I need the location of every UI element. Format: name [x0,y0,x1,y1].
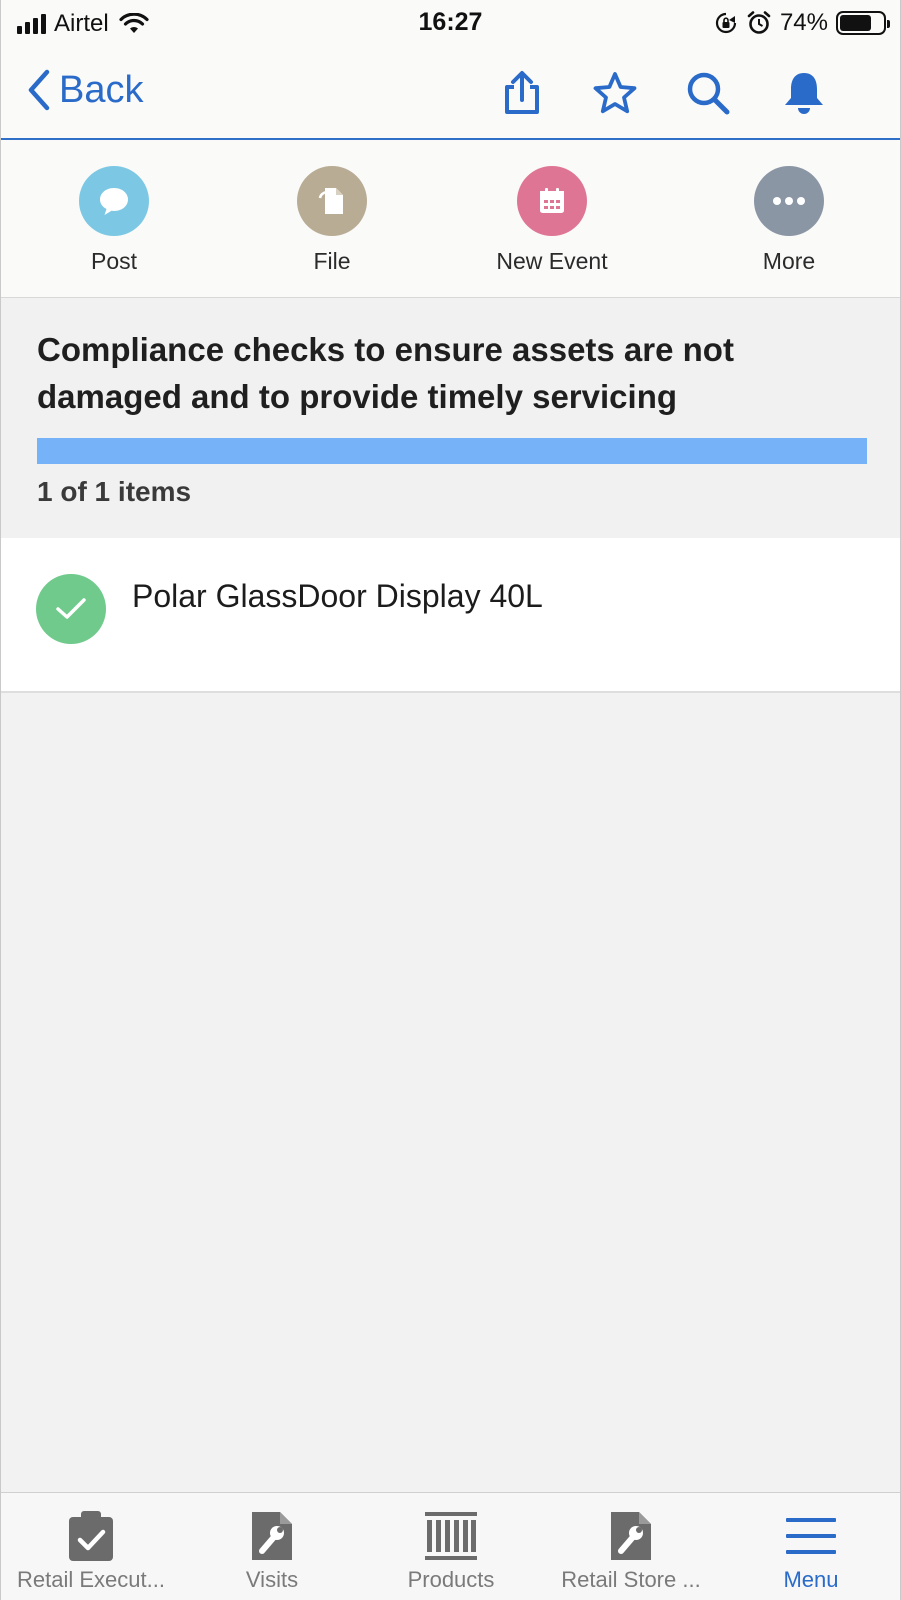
post-action[interactable]: Post [39,166,189,275]
progress-bar-fill [37,438,867,464]
tab-visits[interactable]: Visits [182,1493,362,1600]
new-event-action-circle [517,166,587,236]
battery-percent: 74% [779,9,828,36]
clipboard-check-icon [69,1511,113,1561]
bell-icon[interactable] [779,68,829,118]
list-item[interactable]: Polar GlassDoor Display 40L [1,538,900,691]
battery-icon [836,11,890,35]
file-action-label: File [313,248,351,274]
menu-icon [786,1518,836,1554]
app-frame: Airtel 16:27 74% Back Post File New Even… [0,0,901,1600]
checklist: Polar GlassDoor Display 40L [1,538,900,693]
alarm-icon [747,11,771,34]
barcode-icon [425,1512,477,1560]
tab-label: Retail Execut... [17,1567,165,1592]
more-action-label: More [762,248,816,274]
post-action-circle [79,166,149,236]
chat-bubble-icon [100,188,128,215]
tab-retail-store[interactable]: Retail Store ... [541,1493,721,1600]
file-icon [318,188,343,214]
status-right: 74% [714,9,890,37]
tab-products[interactable]: Products [361,1493,541,1600]
file-action[interactable]: File [257,166,407,275]
tab-bar: Retail Execut... Visits Products Retail … [1,1492,900,1600]
chevron-left-icon [28,69,50,111]
tab-menu[interactable]: Menu [721,1493,901,1600]
new-event-action[interactable]: New Event [477,166,627,275]
quick-actions: Post File New Event More [1,140,900,298]
wrench-doc-icon [252,1512,292,1560]
star-icon[interactable] [590,68,640,118]
tab-label: Visits [245,1567,299,1592]
post-action-label: Post [90,248,138,274]
progress-bar [37,438,867,464]
nav-bar: Back [1,46,900,140]
wrench-doc-icon [611,1512,651,1560]
tab-retail-execution[interactable]: Retail Execut... [1,1493,181,1600]
checklist-header: Compliance checks to ensure assets are n… [1,298,900,538]
search-icon[interactable] [683,68,733,118]
share-icon[interactable] [497,68,547,118]
rotation-lock-icon [715,12,737,34]
tab-label: Menu [783,1567,839,1592]
battery-level [840,15,872,31]
new-event-action-label: New Event [496,248,608,274]
back-button[interactable]: Back [27,68,143,112]
calendar-icon [540,188,564,213]
back-label: Back [59,68,144,111]
file-action-circle [297,166,367,236]
tab-label: Retail Store ... [561,1567,701,1592]
more-action-circle [754,166,824,236]
more-action[interactable]: More [714,166,864,275]
more-icon [773,197,805,205]
page-title: Compliance checks to ensure assets are n… [37,331,734,415]
check-icon [36,574,106,644]
list-item-label: Polar GlassDoor Display 40L [132,578,543,614]
tab-label: Products [407,1567,495,1592]
status-bar: Airtel 16:27 74% [1,0,900,46]
item-count: 1 of 1 items [37,476,192,507]
